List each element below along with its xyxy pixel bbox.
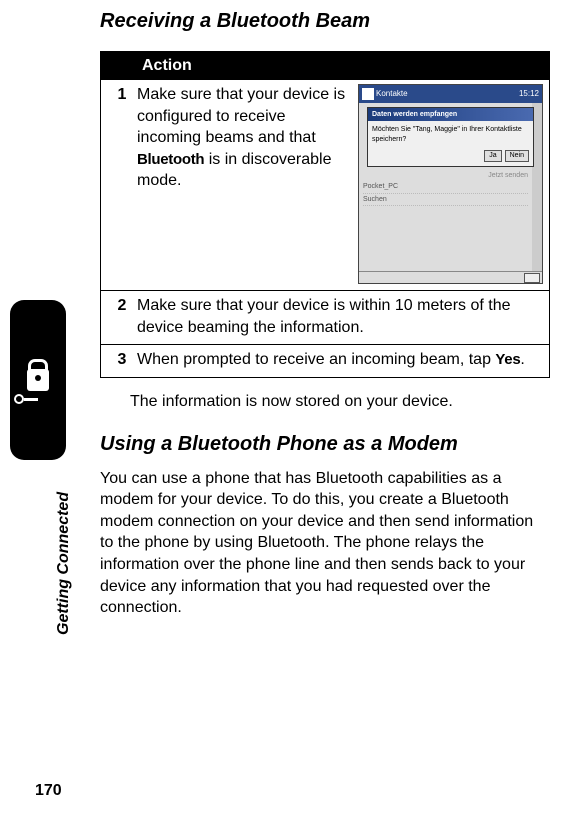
start-icon [362,88,374,100]
dialog-body: Möchten Sie "Tang, Maggie" in Ihrer Kont… [368,121,533,148]
screenshot-app-title: Kontakte [376,89,408,100]
device-screenshot: Kontakte 15:12 Daten werden empfangen Mö… [358,84,543,284]
step-number: 3 [107,349,137,371]
action-table-continued: 2 Make sure that your device is within 1… [100,291,550,378]
page-number: 170 [35,782,62,800]
table-row: 2 Make sure that your device is within 1… [101,291,549,344]
key-icon [14,392,38,406]
keyboard-icon [524,273,540,283]
screenshot-top-bar: Kontakte 15:12 [359,85,542,103]
dialog-yes-button: Ja [484,150,501,161]
table-row: 1 Make sure that your device is configur… [101,80,549,290]
screenshot-time: 15:12 [519,89,539,100]
dialog-no-button: Nein [505,150,529,161]
table-row: 3 When prompted to receive an incoming b… [101,344,549,377]
ui-term-bluetooth: Bluetooth [137,151,204,168]
side-tab [10,300,66,460]
heading-bluetooth-phone-modem: Using a Bluetooth Phone as a Modem [100,433,550,456]
section-label: Getting Connected [55,492,73,635]
list-text-jetzt-senden: Jetzt senden [363,170,528,181]
lock-key-icon [27,369,49,391]
action-table: Action 1 Make sure that your device is c… [100,51,550,291]
ui-term-yes: Yes [495,351,520,368]
list-item: Pocket_PC [363,181,528,193]
step-text: Make sure that your device is configured… [137,84,358,284]
body-paragraph: You can use a phone that has Bluetooth c… [100,468,550,619]
heading-receiving-bluetooth-beam: Receiving a Bluetooth Beam [100,10,550,33]
dialog-title: Daten werden empfangen [368,108,533,121]
screenshot-dialog: Daten werden empfangen Möchten Sie "Tang… [367,107,534,167]
step-text: When prompted to receive an incoming bea… [137,349,543,371]
table-header: Action [101,52,549,80]
step-number: 2 [107,295,137,338]
step-text: Make sure that your device is within 10 … [137,295,543,338]
step-number: 1 [107,84,137,284]
screenshot-bottom-bar [359,271,542,283]
list-item: Suchen [363,194,528,206]
result-text: The information is now stored on your de… [130,392,550,413]
